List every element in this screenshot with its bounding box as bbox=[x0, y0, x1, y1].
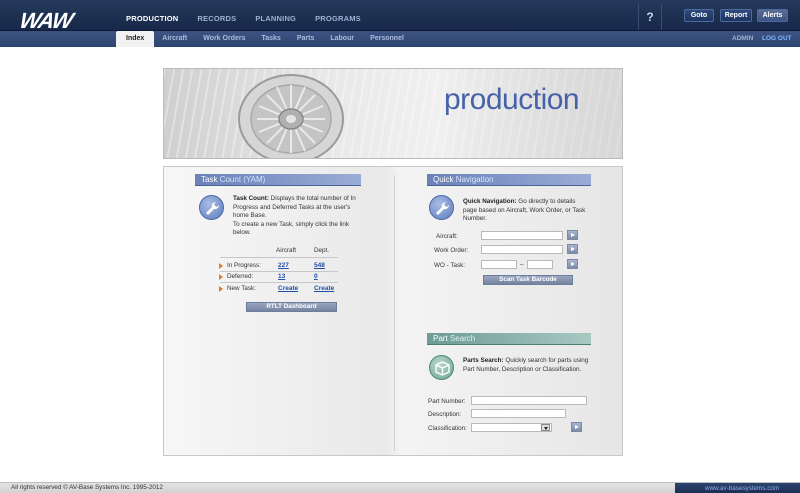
row-new-task: New Task: bbox=[219, 285, 256, 292]
quick-nav-description: Quick Navigation: Go directly to details… bbox=[463, 198, 589, 224]
work-order-input[interactable] bbox=[481, 245, 563, 254]
report-button[interactable]: Report bbox=[720, 9, 752, 22]
user-name: ADMIN bbox=[732, 31, 753, 47]
in-progress-aircraft-link[interactable]: 227 bbox=[278, 262, 289, 269]
tab-aircraft[interactable]: Aircraft bbox=[154, 31, 195, 47]
help-icon[interactable]: ? bbox=[638, 4, 662, 30]
aircraft-label: Aircraft: bbox=[436, 233, 458, 240]
goto-button[interactable]: Goto bbox=[684, 9, 714, 22]
create-dept-task-link[interactable]: Create bbox=[314, 285, 334, 292]
copyright-text: All rights reserved © AV-Base Systems In… bbox=[11, 484, 163, 491]
wrench-icon bbox=[429, 195, 454, 220]
rtlt-dashboard-button[interactable]: RTLT Dashboard bbox=[246, 302, 337, 312]
task-count-header-highlight: Count (YAM) bbox=[220, 175, 266, 184]
create-aircraft-task-link[interactable]: Create bbox=[278, 285, 298, 292]
task-count-header-prefix: Task bbox=[201, 175, 217, 184]
part-search-header-prefix: Part bbox=[433, 334, 448, 343]
tab-index[interactable]: Index bbox=[116, 31, 154, 47]
sub-nav-tabs: Index Aircraft Work Orders Tasks Parts L… bbox=[116, 31, 412, 47]
footer: All rights reserved © AV-Base Systems In… bbox=[0, 482, 800, 493]
row-in-progress: In Progress: bbox=[219, 262, 261, 269]
description-label: Description: bbox=[428, 411, 461, 418]
tab-tasks[interactable]: Tasks bbox=[253, 31, 288, 47]
quick-nav-header-highlight: Navigation bbox=[456, 175, 494, 184]
aircraft-input[interactable] bbox=[481, 231, 563, 240]
col-aircraft: Aircraft bbox=[276, 247, 296, 254]
alerts-button[interactable]: Alerts bbox=[757, 9, 788, 22]
task-count-description: Task Count: Displays the total number of… bbox=[233, 195, 363, 238]
part-search-header: Part Search bbox=[427, 333, 591, 345]
parts-search-desc-bold: Parts Search: bbox=[463, 357, 504, 364]
banner-title: production bbox=[444, 83, 579, 117]
quick-nav-desc-bold: Quick Navigation: bbox=[463, 198, 517, 205]
scan-task-barcode-button[interactable]: Scan Task Barcode bbox=[483, 275, 573, 285]
index-panel: Task Count (YAM) Task Count: Displays th… bbox=[163, 166, 623, 456]
website-link[interactable]: www.av-basesystems.com bbox=[675, 483, 800, 493]
work-order-label: Work Order: bbox=[434, 247, 468, 254]
wo-task-go-button[interactable] bbox=[567, 259, 578, 269]
sub-navigation-bar: Index Aircraft Work Orders Tasks Parts L… bbox=[0, 31, 800, 47]
table-rule bbox=[220, 271, 338, 272]
tab-labour[interactable]: Labour bbox=[322, 31, 362, 47]
deferred-aircraft-link[interactable]: 13 bbox=[278, 273, 285, 280]
part-number-label: Part Number: bbox=[428, 398, 465, 405]
logout-link[interactable]: LOG OUT bbox=[762, 31, 792, 47]
main-nav: PRODUCTION RECORDS PLANNING PROGRAMS bbox=[126, 14, 380, 23]
nav-production[interactable]: PRODUCTION bbox=[126, 14, 178, 23]
wo-number-input[interactable] bbox=[481, 260, 517, 269]
top-navigation-bar: WAW maintenance PRODUCTION RECORDS PLANN… bbox=[0, 0, 800, 31]
task-number-input[interactable] bbox=[527, 260, 553, 269]
row-deferred: Deferred: bbox=[219, 273, 253, 280]
classification-select[interactable] bbox=[471, 423, 552, 432]
nav-planning[interactable]: PLANNING bbox=[255, 14, 296, 23]
wo-task-separator: – bbox=[520, 261, 524, 268]
aircraft-go-button[interactable] bbox=[567, 230, 578, 240]
tab-personnel[interactable]: Personnel bbox=[362, 31, 412, 47]
wo-task-label: WO - Task: bbox=[434, 262, 465, 269]
part-number-input[interactable] bbox=[471, 396, 587, 405]
parts-search-description: Parts Search: Quickly search for parts u… bbox=[463, 357, 589, 374]
tab-parts[interactable]: Parts bbox=[289, 31, 323, 47]
in-progress-dept-link[interactable]: 548 bbox=[314, 262, 325, 269]
work-order-go-button[interactable] bbox=[567, 244, 578, 254]
column-divider bbox=[394, 175, 395, 451]
table-rule bbox=[220, 282, 338, 283]
quick-nav-header: Quick Navigation bbox=[427, 174, 591, 186]
parts-box-icon bbox=[429, 355, 454, 380]
part-search-header-highlight: Search bbox=[450, 334, 475, 343]
parts-search-go-button[interactable] bbox=[571, 422, 582, 432]
classification-label: Classification: bbox=[428, 425, 467, 432]
nav-records[interactable]: RECORDS bbox=[197, 14, 236, 23]
task-count-desc-bold: Task Count: bbox=[233, 195, 269, 202]
tab-work-orders[interactable]: Work Orders bbox=[195, 31, 253, 47]
deferred-dept-link[interactable]: 0 bbox=[314, 273, 318, 280]
table-rule bbox=[220, 257, 338, 258]
quick-nav-header-prefix: Quick bbox=[433, 175, 453, 184]
chevron-down-icon[interactable] bbox=[541, 424, 550, 431]
jet-engine-image bbox=[219, 73, 369, 159]
task-count-desc-text2: To create a new Task, simply click the l… bbox=[233, 221, 349, 237]
wrench-icon bbox=[199, 195, 224, 220]
col-dept: Dept. bbox=[314, 247, 329, 254]
production-banner: production bbox=[163, 68, 623, 159]
description-input[interactable] bbox=[471, 409, 566, 418]
nav-programs[interactable]: PROGRAMS bbox=[315, 14, 361, 23]
task-count-header: Task Count (YAM) bbox=[195, 174, 361, 186]
